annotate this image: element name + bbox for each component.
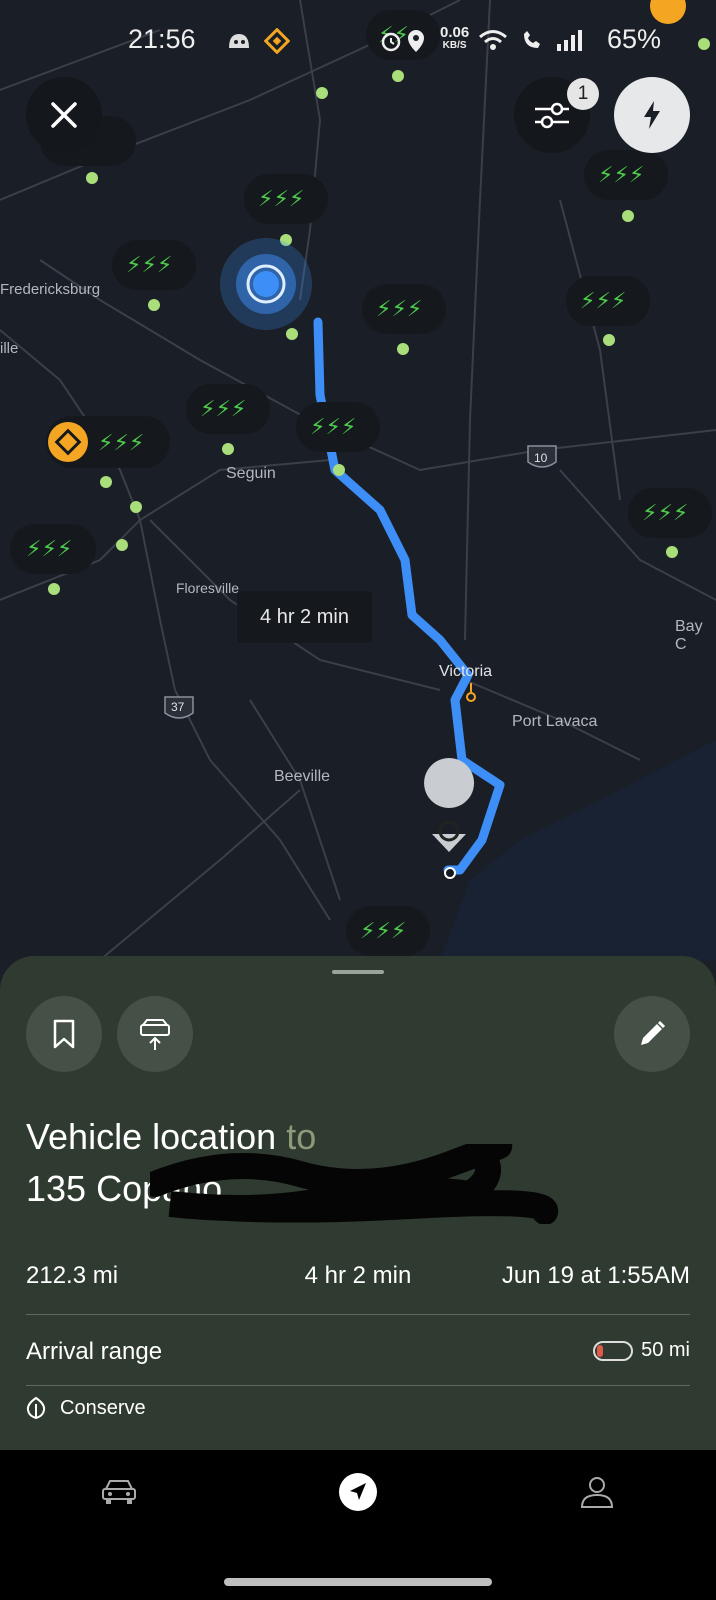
svg-text:⚡⚡⚡: ⚡⚡⚡ (258, 187, 304, 212)
svg-text:⚡⚡⚡: ⚡⚡⚡ (580, 289, 626, 314)
svg-text:⚡⚡⚡: ⚡⚡⚡ (26, 537, 72, 562)
status-time: 21:56 (128, 24, 196, 54)
arrival-time: Jun 19 at 1:55AM (501, 1262, 690, 1289)
bottom-navigation (0, 1450, 716, 1600)
supercharger-marker (650, 0, 686, 24)
charger-marker: ⚡⚡⚡ (628, 488, 712, 558)
divider (26, 1314, 690, 1315)
nav-navigation[interactable] (338, 1472, 378, 1512)
location-icon (408, 30, 424, 52)
charger-marker: ⚡⚡⚡ (346, 906, 430, 956)
svg-text:⚡⚡⚡: ⚡⚡⚡ (310, 415, 356, 440)
city-label-port-lavaca: Port Lavaca (512, 713, 598, 730)
charger-marker: ⚡⚡⚡ (46, 416, 170, 488)
svg-text:⚡⚡⚡: ⚡⚡⚡ (360, 919, 406, 944)
map-canvas: ⚡ ⚡⚡ ⚡ ⚡⚡ ⚡ ⚡⚡ ⚡ ⚡⚡ ⚡ ⚡⚡ ⚡ ⚡⚡ ⚡ ⚡⚡ ⚡ ⚡⚡ ⚡ ⚡⚡ ⚡ ⚡⚡… (0, 0, 716, 960)
signal-icon (557, 30, 582, 51)
send-to-vehicle-button[interactable] (117, 996, 193, 1072)
status-bar: 21:56 0.06 KB/S 65% (0, 24, 716, 60)
city-label-seguin: Seguin (226, 465, 276, 482)
network-speed-unit: KB/S (442, 40, 467, 51)
charger-marker: ⚡⚡⚡ (112, 240, 196, 311)
wifi-icon (479, 30, 507, 50)
edit-route-button[interactable] (614, 996, 690, 1072)
charger-dot (116, 539, 128, 551)
charger-dot (130, 501, 142, 513)
charger-marker: ⚡⚡⚡ (10, 524, 96, 595)
arrival-range-label: Arrival range (26, 1338, 163, 1365)
charger-dot (286, 328, 298, 340)
tesla-app-icon (264, 28, 290, 54)
close-button[interactable] (26, 77, 102, 153)
divider (26, 1385, 690, 1386)
battery-low-icon (593, 1340, 634, 1361)
route-stats: 212.3 mi 4 hr 2 min Jun 19 at 1:55AM (26, 1262, 690, 1294)
charger-marker: ⚡⚡⚡ (296, 402, 380, 476)
charger-marker: ⚡⚡⚡ (362, 284, 446, 355)
route-details-sheet: Vehicle location to 135 Copano 212.3 mi … (0, 956, 716, 1450)
chargers-toggle-button[interactable] (614, 77, 690, 153)
home-indicator[interactable] (224, 1578, 492, 1586)
svg-text:⚡⚡⚡: ⚡⚡⚡ (598, 163, 644, 188)
close-icon (51, 102, 77, 128)
alarm-icon (381, 32, 401, 52)
svg-text:⚡⚡⚡: ⚡⚡⚡ (376, 297, 422, 322)
battery-percent: 65% (606, 24, 661, 54)
network-speed-value: 0.06 (440, 24, 470, 41)
map-view[interactable]: ⚡ ⚡⚡ ⚡ ⚡⚡ ⚡ ⚡⚡ ⚡ ⚡⚡ ⚡ ⚡⚡ ⚡ ⚡⚡ ⚡ ⚡⚡ ⚡ ⚡⚡ ⚡ ⚡⚡ ⚡ ⚡⚡… (0, 0, 716, 960)
city-label-bay-c: Bay C (675, 618, 703, 653)
city-label-victoria: Victoria (439, 663, 493, 680)
navigation-arrow-icon (339, 1473, 377, 1511)
network-speed: 0.06 KB/S (440, 24, 470, 52)
charger-marker: ⚡⚡⚡ (244, 174, 328, 246)
svg-text:⚡⚡⚡: ⚡⚡⚡ (642, 501, 688, 526)
charger-marker: ⚡⚡⚡ (566, 276, 650, 346)
pencil-icon (641, 1020, 666, 1045)
route-eta-callout: 4 hr 2 min (237, 591, 372, 643)
car-icon (102, 1480, 136, 1504)
person-icon (580, 1477, 614, 1508)
waypoint-marker (466, 683, 476, 702)
sheet-drag-handle[interactable] (332, 970, 384, 974)
svg-text:⚡⚡⚡: ⚡⚡⚡ (126, 253, 172, 278)
arrival-range-indicator: 50 mi (593, 1339, 690, 1362)
charger-marker: ⚡⚡⚡ (186, 384, 270, 455)
charger-marker: ⚡⚡⚡ (584, 150, 668, 222)
vehicle-location-marker (220, 238, 312, 330)
arrival-range-value: 50 mi (641, 1339, 690, 1361)
sliders-icon (535, 102, 569, 129)
interstate-37-label: 37 (171, 700, 185, 714)
city-label-floresville: Floresville (176, 580, 240, 596)
nav-vehicle[interactable] (99, 1472, 139, 1512)
conserve-mode-row[interactable]: Conserve (26, 1396, 146, 1420)
svg-text:⚡⚡⚡: ⚡⚡⚡ (98, 431, 144, 456)
lightning-icon (644, 101, 660, 129)
filter-count-badge: 1 (567, 78, 599, 110)
save-route-button[interactable] (26, 996, 102, 1072)
conserve-label: Conserve (60, 1396, 146, 1419)
wifi-calling-icon (524, 31, 540, 48)
city-label-fredericksburg: Fredericksburg (0, 281, 101, 298)
car-send-icon (140, 1019, 170, 1050)
city-label-ille: ille (0, 340, 19, 357)
charger-dot (316, 87, 328, 99)
notification-icon (229, 34, 249, 48)
leaf-icon (26, 1396, 46, 1420)
city-label-beeville: Beeville (274, 768, 331, 785)
redaction-scribble (150, 1144, 558, 1224)
bookmark-icon (53, 1019, 75, 1049)
interstate-10-label: 10 (534, 451, 548, 465)
svg-text:⚡⚡⚡: ⚡⚡⚡ (200, 397, 246, 422)
nav-profile[interactable] (577, 1472, 617, 1512)
